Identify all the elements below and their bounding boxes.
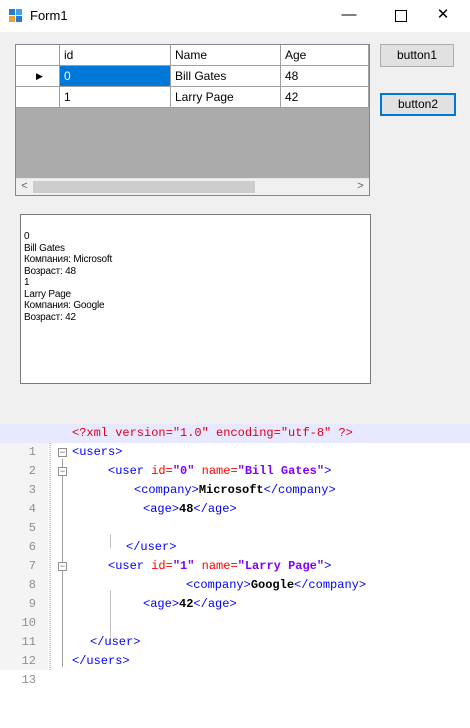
table-row[interactable]: 1 Larry Page 42 xyxy=(16,87,369,108)
code-line: 9 <company>Google</company> xyxy=(0,576,470,611)
button2[interactable]: button2 xyxy=(380,93,456,116)
cell-name[interactable]: Larry Page xyxy=(171,87,281,108)
output-line: 1 xyxy=(24,277,30,288)
xml-code-editor[interactable]: − − − 1 <?xml version="1.0" encoding="ut… xyxy=(0,424,470,687)
grid-header-row: id Name Age xyxy=(16,45,369,66)
minimize-button[interactable]: — xyxy=(328,0,370,32)
output-line: Возраст: 42 xyxy=(24,311,76,323)
table-row[interactable]: ▶ 0 Bill Gates 48 xyxy=(16,66,369,87)
code-text: <user id="1" name="Larry Page"> xyxy=(108,559,332,573)
code-line: 8 <user id="1" name="Larry Page"> xyxy=(0,557,470,592)
code-text: </user> xyxy=(126,540,177,554)
maximize-icon xyxy=(395,10,407,22)
form-window: Form1 — ✕ id Name Age ▶ 0 Bill Gates 48 … xyxy=(0,0,470,424)
cell-age[interactable]: 42 xyxy=(281,87,369,108)
cell-name[interactable]: Bill Gates xyxy=(171,66,281,87)
code-text: <user id="0" name="Bill Gates"> xyxy=(108,464,332,478)
code-text: <?xml version="1.0" encoding="utf-8" ?> xyxy=(72,426,353,440)
window-title: Form1 xyxy=(30,8,68,23)
output-line: 0 xyxy=(24,231,30,242)
code-line: 3 <user id="0" name="Bill Gates"> xyxy=(0,462,470,497)
code-line: 12 </user> xyxy=(0,633,470,668)
output-line: Larry Page xyxy=(24,288,71,300)
output-line: Bill Gates xyxy=(24,242,65,254)
cell-id[interactable]: 0 xyxy=(60,66,171,87)
scroll-right-button[interactable]: > xyxy=(352,179,369,195)
code-line: 6 xyxy=(0,519,470,554)
scroll-thumb[interactable] xyxy=(33,181,255,193)
code-line: 4 <company>Microsoft</company> xyxy=(0,481,470,516)
column-header-id[interactable]: id xyxy=(60,45,171,66)
column-header-name[interactable]: Name xyxy=(171,45,281,66)
horizontal-scrollbar[interactable]: < > xyxy=(16,178,369,195)
code-line: 1 <?xml version="1.0" encoding="utf-8" ?… xyxy=(0,424,470,459)
code-text: <company>Google</company> xyxy=(186,578,367,592)
code-text: <age>42</age> xyxy=(143,597,237,611)
code-line: 11 xyxy=(0,614,470,649)
code-line: 2 <users> xyxy=(0,443,470,478)
close-button[interactable]: ✕ xyxy=(422,0,464,32)
code-text: </user> xyxy=(90,635,141,649)
row-header[interactable] xyxy=(16,87,60,108)
output-textbox[interactable]: 0 Bill Gates Компания: Microsoft Возраст… xyxy=(20,214,371,384)
code-line: 5 <age>48</age> xyxy=(0,500,470,535)
current-row-indicator-icon[interactable]: ▶ xyxy=(16,66,60,87)
code-line: 10 <age>42</age> xyxy=(0,595,470,630)
code-line: 7 </user> xyxy=(0,538,470,573)
cell-age[interactable]: 48 xyxy=(281,66,369,87)
scroll-left-button[interactable]: < xyxy=(16,179,33,195)
data-grid[interactable]: id Name Age ▶ 0 Bill Gates 48 1 Larry Pa… xyxy=(15,44,370,196)
row-header-corner[interactable] xyxy=(16,45,60,66)
column-header-age[interactable]: Age xyxy=(281,45,369,66)
code-text: <users> xyxy=(72,445,123,459)
code-line: 13 </users> xyxy=(0,652,470,687)
code-text: <company>Microsoft</company> xyxy=(134,483,336,497)
line-number: 13 xyxy=(21,673,36,687)
output-line: Компания: Google xyxy=(24,300,105,311)
code-text: <age>48</age> xyxy=(143,502,237,516)
output-line: Возраст: 48 xyxy=(24,265,76,277)
maximize-button[interactable] xyxy=(380,0,422,32)
title-bar[interactable]: Form1 — ✕ xyxy=(0,0,470,32)
button1[interactable]: button1 xyxy=(380,44,454,67)
output-line: Компания: Microsoft xyxy=(24,254,113,265)
app-form-icon xyxy=(9,9,23,23)
cell-id[interactable]: 1 xyxy=(60,87,171,108)
code-text: </users> xyxy=(72,654,130,668)
